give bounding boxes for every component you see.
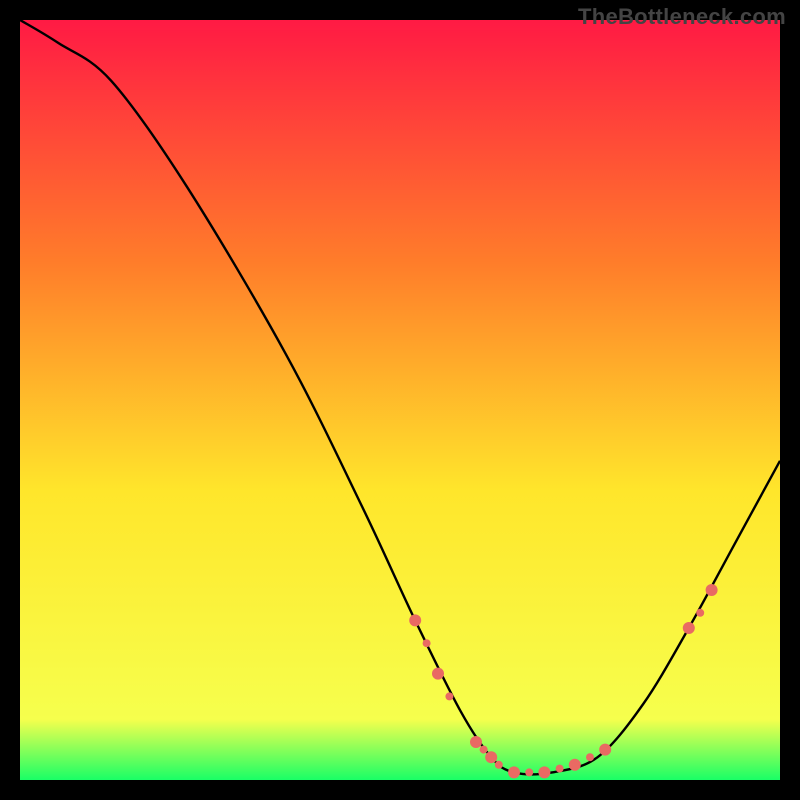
chart-stage: TheBottleneck.com xyxy=(0,0,800,800)
highlight-dot xyxy=(586,753,594,761)
watermark-text: TheBottleneck.com xyxy=(578,4,786,30)
highlight-dot xyxy=(569,759,581,771)
highlight-dot xyxy=(706,584,718,596)
highlight-dot xyxy=(432,668,444,680)
highlight-dot xyxy=(470,736,482,748)
highlight-dot xyxy=(599,744,611,756)
highlight-dot xyxy=(485,751,497,763)
highlight-dot xyxy=(683,622,695,634)
highlight-dot xyxy=(556,765,564,773)
plot-area xyxy=(20,20,780,780)
highlight-dot xyxy=(538,766,550,778)
highlight-dot xyxy=(480,746,488,754)
bottleneck-chart xyxy=(20,20,780,780)
highlight-dot xyxy=(696,609,704,617)
highlight-dot xyxy=(445,692,453,700)
highlight-dot xyxy=(525,768,533,776)
highlight-dot xyxy=(423,639,431,647)
highlight-dot xyxy=(508,766,520,778)
highlight-dot xyxy=(409,614,421,626)
highlight-dot xyxy=(495,761,503,769)
